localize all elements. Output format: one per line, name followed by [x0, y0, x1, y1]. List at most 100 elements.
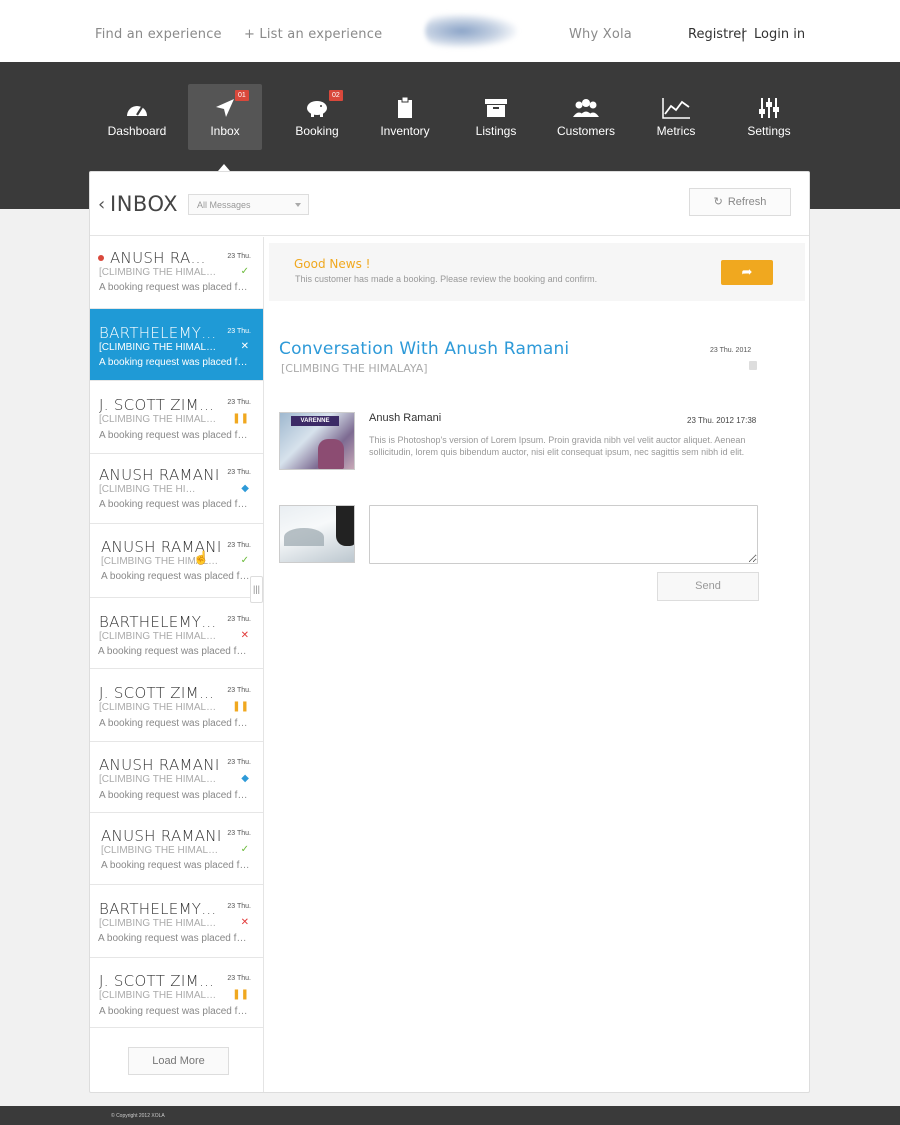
trash-icon[interactable] — [749, 361, 757, 370]
resize-handle[interactable]: ||| — [250, 576, 263, 603]
share-arrow-icon: ➦ — [741, 265, 753, 280]
sliders-icon — [732, 96, 806, 120]
unread-dot — [98, 255, 104, 261]
list-item[interactable]: J. SCOTT ZIMMERMAN 23 Thu. [CLIMBING THE… — [90, 958, 263, 1028]
active-nav-pointer — [218, 164, 230, 171]
message-preview: A booking request was placed for you — [99, 282, 249, 293]
list-item[interactable]: J. SCOTT ZIMMERMAN 23 Thu. [CLIMBING THE… — [90, 381, 263, 454]
conversation-title: Conversation With Anush Ramani — [279, 339, 570, 359]
line-chart-icon — [639, 96, 713, 120]
message-body: This is Photoshop's version of Lorem Ips… — [369, 435, 746, 457]
nav-metrics[interactable]: Metrics — [639, 84, 713, 150]
page-title: INBOX — [110, 192, 179, 216]
sender-name: ANUSH RAMANI — [101, 827, 222, 845]
sender-name: J. SCOTT ZIMMERMAN — [99, 396, 219, 414]
review-booking-button[interactable]: ➦ — [721, 260, 773, 285]
nav-customers[interactable]: Customers — [549, 84, 623, 150]
list-item[interactable]: ANUSH RAMANI 23 Thu. [CLIMBING THE HIMAL… — [90, 454, 263, 524]
message-date: 23 Thu. — [227, 469, 251, 476]
sender-name: ANUSH RAMANI — [99, 756, 220, 774]
avatar-rock — [336, 506, 354, 546]
refresh-button[interactable]: ↻ Refresh — [689, 188, 791, 216]
sender-name: ANUSH RAMANI — [110, 249, 215, 267]
nav-inventory[interactable]: Inventory — [368, 84, 442, 150]
register-link[interactable]: Registrer — [688, 27, 747, 42]
footer: © Copyright 2012 XOLA — [0, 1106, 900, 1125]
conversation-subtitle: [CLIMBING THE HIMALAYA] — [281, 362, 428, 375]
send-button[interactable]: Send — [657, 572, 759, 601]
status-check-icon: ✓ — [240, 555, 249, 566]
sender-name: ANUSH RAMANI — [99, 466, 220, 484]
sender-avatar: VARENNE — [279, 412, 355, 470]
message-preview: A booking request was placed for you — [101, 571, 251, 582]
avatar-sign-text: VARENNE — [291, 416, 339, 426]
list-item-selected[interactable]: BARTHELEMY OSTERMAN 23 Thu. [CLIMBING TH… — [90, 309, 263, 381]
message-date: 23 Thu. — [227, 399, 251, 406]
refresh-label: Refresh — [727, 196, 767, 208]
status-tag-icon: ◆ — [241, 773, 249, 784]
message-preview: A booking request was placed for you — [99, 499, 249, 510]
panel-header: ‹ INBOX All Messages ↻ Refresh — [90, 172, 809, 236]
nav-booking[interactable]: 02 Booking — [280, 84, 354, 150]
login-link[interactable]: Login in — [754, 27, 805, 42]
message-subject: [CLIMBING THE HIMALAYA] — [99, 702, 219, 713]
notice-title: Good News ! — [294, 257, 371, 271]
nav-settings[interactable]: Settings — [732, 84, 806, 150]
message-author: Anush Ramani — [369, 412, 442, 424]
chevron-down-icon — [295, 203, 301, 207]
list-item[interactable]: BARTHELEMY OSTERMAN 23 Thu. [CLIMBING TH… — [90, 885, 263, 958]
message-preview: A booking request was placed for you — [99, 430, 249, 441]
message-subject: [CLIMBING THE HIMALAYA] — [101, 845, 221, 856]
message-subject: [CLIMBING THE HIMALAYA] — [99, 484, 199, 495]
gauge-icon — [100, 96, 174, 120]
avatar-snow — [284, 528, 324, 546]
list-item[interactable]: ANUSH RAMANI 23 Thu. [CLIMBING THE HIMAL… — [90, 237, 263, 309]
sender-name: J. SCOTT ZIMMERMAN — [99, 972, 219, 990]
conversation-date: 23 Thu. 2012 — [710, 347, 752, 354]
message-date: 23 Thu. — [227, 903, 251, 910]
message-subject: [CLIMBING THE HIMALAYA] — [99, 631, 219, 642]
status-tag-icon: ◆ — [241, 483, 249, 494]
message-filter-select[interactable]: All Messages — [188, 194, 309, 215]
message-preview: A booking request was placed for you — [99, 357, 249, 368]
nav-inbox[interactable]: 01 Inbox — [188, 84, 262, 150]
reply-textarea[interactable] — [369, 505, 758, 564]
users-icon — [549, 96, 623, 120]
logo[interactable] — [425, 14, 517, 48]
filter-value: All Messages — [197, 200, 251, 210]
list-item[interactable]: ANUSH RAMANI 23 Thu. [CLIMBING THE HIMAL… — [90, 524, 263, 598]
clipboard-icon — [368, 96, 442, 120]
find-experience-link[interactable]: Find an experience — [95, 27, 222, 42]
refresh-icon: ↻ — [713, 195, 723, 208]
sender-name: BARTHELEMY OSTERMAN — [99, 900, 219, 918]
nav-listings[interactable]: Listings — [459, 84, 533, 150]
message-subject: [CLIMBING THE HIMALAYA] — [99, 990, 219, 1001]
archive-box-icon — [459, 96, 533, 120]
message-preview: A booking request was placed for you — [98, 646, 248, 657]
list-item[interactable]: J. SCOTT ZIMMERMAN 23 Thu. [CLIMBING THE… — [90, 669, 263, 742]
message-date: 23 Thu. — [227, 687, 251, 694]
sender-name: J. SCOTT ZIMMERMAN — [99, 684, 219, 702]
list-item[interactable]: ANUSH RAMANI 23 Thu. [CLIMBING THE HIMAL… — [90, 742, 263, 813]
message-subject: [CLIMBING THE HIMALAYA] — [99, 414, 219, 425]
status-x-icon: ✕ — [240, 341, 249, 352]
status-pause-icon: ❚❚ — [232, 413, 249, 424]
back-chevron-icon[interactable]: ‹ — [98, 194, 105, 215]
load-more-button[interactable]: Load More — [128, 1047, 229, 1075]
hand-cursor-icon: ☝ — [193, 550, 210, 565]
status-x-icon: ✕ — [240, 630, 249, 641]
why-xola-link[interactable]: Why Xola — [569, 27, 632, 42]
sender-name: BARTHELEMY OSTERMAN — [99, 613, 219, 631]
auth-separator: | — [741, 27, 746, 42]
message-date: 23 Thu. — [227, 975, 251, 982]
list-item[interactable]: ANUSH RAMANI 23 Thu. [CLIMBING THE HIMAL… — [90, 813, 263, 885]
message-subject: [CLIMBING THE HIMALAYA] — [99, 342, 219, 353]
top-bar: Find an experience + List an experience … — [0, 0, 900, 62]
message-preview: A booking request was placed for you — [99, 1006, 249, 1017]
message-subject: [CLIMBING THE HIMALAYA] — [99, 774, 219, 785]
message-date: 23 Thu. — [227, 616, 251, 623]
message-preview: A booking request was placed for you — [99, 790, 249, 801]
list-item[interactable]: BARTHELEMY OSTERMAN 23 Thu. [CLIMBING TH… — [90, 598, 263, 669]
nav-dashboard[interactable]: Dashboard — [100, 84, 174, 150]
list-experience-link[interactable]: + List an experience — [244, 27, 382, 42]
